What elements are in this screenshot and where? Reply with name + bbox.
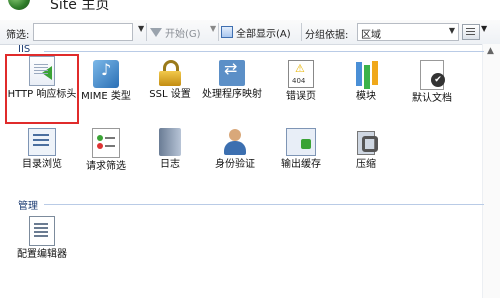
feature-label: SSL 设置: [149, 89, 191, 100]
feature-label: 输出缓存: [281, 159, 321, 170]
group-by-value: 区域: [361, 30, 381, 41]
site-globe-icon: [8, 0, 30, 10]
collapse-group-icon[interactable]: ▲: [487, 46, 494, 56]
group-header-label: 管理: [18, 201, 38, 212]
filter-input[interactable]: [33, 23, 133, 41]
group-header-label: IIS: [18, 44, 31, 55]
show-all-button[interactable]: 全部显示(A): [221, 24, 291, 40]
feature-label: HTTP 响应标头: [7, 89, 77, 100]
feature-label: 错误页: [286, 91, 316, 102]
group-header-management[interactable]: 管理: [14, 198, 484, 212]
mime-types-icon: [93, 60, 119, 88]
feature-http-response-headers[interactable]: HTTP 响应标头: [5, 54, 79, 124]
feature-configuration-editor[interactable]: 配置编辑器: [7, 216, 77, 261]
feature-label: 身份验证: [215, 159, 255, 170]
start-button[interactable]: 开始(G): [150, 24, 201, 40]
feature-compression[interactable]: 压缩: [331, 128, 401, 171]
start-dropdown-icon[interactable]: ▼: [210, 24, 216, 33]
title-bar: Site 主页: [0, 0, 500, 20]
feature-logging[interactable]: 日志: [135, 128, 205, 171]
toolbar-separator: [301, 23, 302, 41]
configuration-editor-icon: [29, 216, 55, 246]
feature-label: 模块: [356, 91, 376, 102]
feature-output-caching[interactable]: 输出缓存: [266, 128, 336, 171]
http-headers-icon: [29, 56, 55, 86]
group-by-label: 分组依据:: [305, 30, 349, 41]
authentication-user-icon: [221, 128, 249, 156]
start-button-label: 开始(G): [165, 28, 201, 40]
feature-label: 处理程序映射: [202, 89, 262, 100]
toolbar-separator: [218, 23, 219, 41]
feature-label: 请求筛选: [86, 161, 126, 172]
vertical-scrollbar[interactable]: [482, 44, 500, 298]
toolbar-separator: [146, 23, 147, 41]
lock-icon: [159, 60, 181, 86]
show-all-label: 全部显示(A): [236, 28, 291, 40]
feature-error-pages[interactable]: 错误页: [266, 60, 336, 103]
show-all-icon: [221, 26, 233, 38]
group-by-select[interactable]: 区域 ▼: [357, 23, 459, 41]
feature-authentication[interactable]: 身份验证: [200, 128, 270, 171]
feature-modules[interactable]: 模块: [331, 60, 401, 103]
error-page-404-icon: [288, 60, 314, 88]
feature-label: MIME 类型: [81, 91, 131, 102]
default-document-icon: [420, 60, 445, 90]
directory-browsing-icon: [28, 128, 56, 156]
feature-default-document[interactable]: 默认文档: [397, 60, 467, 105]
feature-label: 配置编辑器: [17, 249, 67, 260]
compression-icon: [354, 128, 378, 156]
view-dropdown-icon[interactable]: ▼: [481, 24, 487, 33]
group-divider: [44, 204, 484, 205]
feature-mime-types[interactable]: MIME 类型: [71, 60, 141, 103]
feature-ssl-settings[interactable]: SSL 设置: [135, 60, 205, 101]
feature-request-filtering[interactable]: 请求筛选: [71, 128, 141, 173]
feature-directory-browsing[interactable]: 目录浏览: [7, 128, 77, 171]
logging-icon: [159, 128, 181, 156]
feature-label: 目录浏览: [22, 159, 62, 170]
window-title: Site 主页: [50, 0, 110, 13]
handler-mappings-icon: [219, 60, 245, 86]
feature-label: 日志: [160, 159, 180, 170]
funnel-icon: [150, 27, 162, 37]
output-caching-icon: [286, 128, 316, 156]
modules-icon: [352, 60, 380, 88]
group-divider: [44, 51, 484, 52]
group-header-iis[interactable]: IIS: [14, 44, 484, 57]
chevron-down-icon: ▼: [448, 26, 455, 35]
request-filtering-icon: [92, 128, 120, 158]
filter-dropdown-icon[interactable]: ▼: [138, 24, 144, 33]
feature-label: 压缩: [356, 159, 376, 170]
filter-toolbar: 筛选: ▼ 开始(G) ▼ 全部显示(A) 分组依据: 区域 ▼ ▼: [0, 20, 500, 45]
feature-label: 默认文档: [412, 93, 452, 104]
feature-handler-mappings[interactable]: 处理程序映射: [197, 60, 267, 101]
filter-label: 筛选:: [6, 30, 30, 41]
view-mode-button[interactable]: [462, 24, 480, 40]
